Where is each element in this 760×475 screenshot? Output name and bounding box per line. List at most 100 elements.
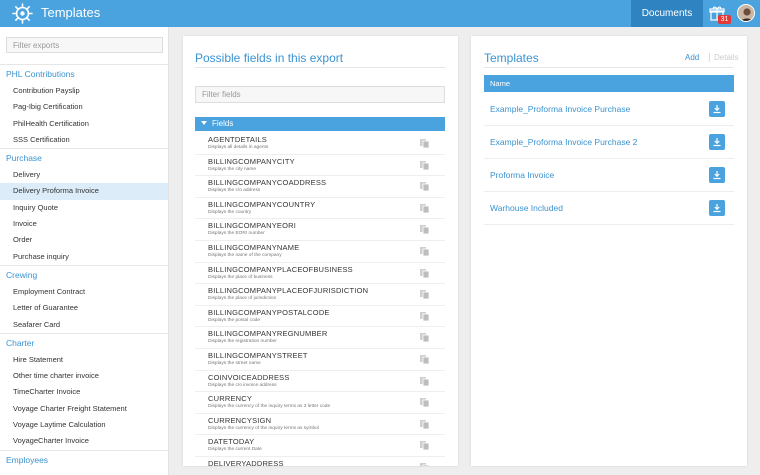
field-name: BILLINGCOMPANYPLACEOFBUSINESS <box>208 264 353 274</box>
sidebar-item[interactable]: Delivery <box>0 167 168 183</box>
field-row: BILLINGCOMPANYEORI Displays the EORI numb… <box>195 219 445 241</box>
filter-exports-input[interactable] <box>6 37 163 53</box>
copy-icon[interactable] <box>419 332 430 343</box>
fields-section-header[interactable]: Fields <box>195 117 445 131</box>
sidebar-group-header[interactable]: Employees <box>0 449 168 469</box>
template-row[interactable]: Warhouse Included <box>484 192 734 225</box>
sidebar-item[interactable]: Invoice <box>0 216 168 232</box>
sidebar-item[interactable]: SSS Certification <box>0 132 168 148</box>
sidebar-item[interactable]: Hire Statement <box>0 352 168 368</box>
field-description: Displays the c/o address <box>208 188 261 194</box>
copy-icon[interactable] <box>419 181 430 192</box>
divider <box>484 67 734 68</box>
sidebar: PHL ContributionsContribution PayslipPag… <box>0 27 169 475</box>
template-row[interactable]: Example_Proforma Invoice Purchase <box>484 93 734 126</box>
copy-icon[interactable] <box>419 224 430 235</box>
field-description: Displays the registration number <box>208 339 277 345</box>
field-description: Displays the name of the company <box>208 252 282 258</box>
template-name-link[interactable]: Warhouse Included <box>490 203 563 213</box>
copy-icon[interactable] <box>419 397 430 408</box>
field-name: BILLINGCOMPANYCOADDRESS <box>208 178 327 188</box>
template-name-link[interactable]: Proforma Invoice <box>490 170 554 180</box>
add-template-button[interactable]: Add <box>685 53 699 62</box>
sidebar-item[interactable]: VoyageCharter Invoice <box>0 433 168 449</box>
field-name: AGENTDETAILS <box>208 135 267 144</box>
field-description: Displays the currency of the inquiry ter… <box>208 404 331 410</box>
field-name: BILLINGCOMPANYCITY <box>208 156 295 166</box>
sidebar-item[interactable]: Seafarer Card <box>0 317 168 333</box>
divider <box>195 67 446 68</box>
sidebar-item[interactable]: Inquiry Quote <box>0 200 168 216</box>
field-row: BILLINGCOMPANYCOUNTRY Displays the countr… <box>195 198 445 220</box>
sidebar-item[interactable]: Purchase inquiry <box>0 249 168 265</box>
field-row: BILLINGCOMPANYSTREET Displays the street … <box>195 349 445 371</box>
download-template-button[interactable] <box>709 101 725 117</box>
copy-icon[interactable] <box>419 289 430 300</box>
field-description: Displays all details in agents <box>208 145 269 150</box>
download-icon <box>713 171 721 180</box>
sidebar-item[interactable]: Voyage Laytime Calculation <box>0 417 168 433</box>
download-template-button[interactable] <box>709 167 725 183</box>
sidebar-item[interactable]: Employment Contract <box>0 284 168 300</box>
caret-down-icon <box>201 121 207 125</box>
copy-icon[interactable] <box>419 203 430 214</box>
sidebar-group-header[interactable]: Charter <box>0 332 168 352</box>
sidebar-group-header[interactable]: Crewing <box>0 264 168 284</box>
sidebar-item[interactable]: Other time charter invoice <box>0 368 168 384</box>
field-description: Displays the current Date <box>208 447 262 453</box>
app-title: Templates <box>41 5 101 20</box>
sidebar-item[interactable]: Voyage Charter Freight Statement <box>0 401 168 417</box>
template-row[interactable]: Proforma Invoice <box>484 159 734 192</box>
fields-panel: Possible fields in this export Fields AG… <box>183 36 458 466</box>
copy-icon[interactable] <box>419 354 430 365</box>
field-description: Displays the country <box>208 209 252 215</box>
template-row[interactable]: Example_Proforma Invoice Purchase 2 <box>484 126 734 159</box>
sidebar-item[interactable]: Pag-Ibig Certification <box>0 99 168 115</box>
templates-column-header: Name <box>484 75 734 92</box>
copy-icon[interactable] <box>419 268 430 279</box>
ship-wheel-icon[interactable] <box>12 3 33 24</box>
copy-icon[interactable] <box>419 311 430 322</box>
field-description: Displays the place of jurisdiction <box>208 296 277 302</box>
template-name-link[interactable]: Example_Proforma Invoice Purchase 2 <box>490 137 637 147</box>
field-list: AGENTDETAILS Displays all details in agen… <box>195 133 445 466</box>
copy-icon[interactable] <box>419 419 430 430</box>
top-bar: Templates Documents 31 <box>0 0 760 27</box>
sidebar-group-header[interactable]: Purchase <box>0 148 168 167</box>
nav-documents-button[interactable]: Documents <box>631 0 703 27</box>
field-row: BILLINGCOMPANYCOADDRESS Displays the c/o … <box>195 176 445 198</box>
template-name-link[interactable]: Example_Proforma Invoice Purchase <box>490 104 630 114</box>
field-name: CURRENCY <box>208 394 253 404</box>
copy-icon[interactable] <box>419 160 430 171</box>
field-name: DATETODAY <box>208 437 255 447</box>
filter-fields-input[interactable] <box>195 86 445 103</box>
templates-panel-title: Templates <box>484 51 539 65</box>
sidebar-item[interactable]: Contribution Payslip <box>0 83 168 99</box>
field-name: COINVOICEADDRESS <box>208 372 290 382</box>
field-name: BILLINGCOMPANYPOSTALCODE <box>208 307 330 317</box>
copy-icon[interactable] <box>419 138 430 149</box>
download-template-button[interactable] <box>709 200 725 216</box>
copy-icon[interactable] <box>419 440 430 451</box>
copy-icon[interactable] <box>419 376 430 387</box>
download-template-button[interactable] <box>709 134 725 150</box>
sidebar-item[interactable]: Order <box>0 232 168 248</box>
copy-icon[interactable] <box>419 462 430 466</box>
sidebar-item[interactable]: Letter of Guarantee <box>0 300 168 316</box>
field-description: Displays the postal code <box>208 317 260 323</box>
exports-list: PHL Contributions Contribution Payslip Pag… <box>0 64 168 469</box>
notification-badge: 31 <box>718 15 731 24</box>
avatar[interactable] <box>737 4 755 22</box>
sidebar-group-header[interactable]: PHL Contributions <box>0 64 168 83</box>
sidebar-item[interactable]: Delivery Proforma Invoice <box>0 183 168 200</box>
field-name: BILLINGCOMPANYNAME <box>208 242 300 252</box>
sidebar-item[interactable]: TimeCharter Invoice <box>0 384 168 400</box>
field-row: COINVOICEADDRESS Displays the c/o invoice… <box>195 371 445 393</box>
field-description: Displays the city name <box>208 166 256 172</box>
fields-panel-title: Possible fields in this export <box>195 51 344 65</box>
field-name: BILLINGCOMPANYCOUNTRY <box>208 199 316 209</box>
sidebar-item[interactable]: PhilHealth Certification <box>0 116 168 132</box>
details-button[interactable]: Details <box>709 53 738 62</box>
copy-icon[interactable] <box>419 246 430 257</box>
field-description: Displays the place of business <box>208 274 273 280</box>
